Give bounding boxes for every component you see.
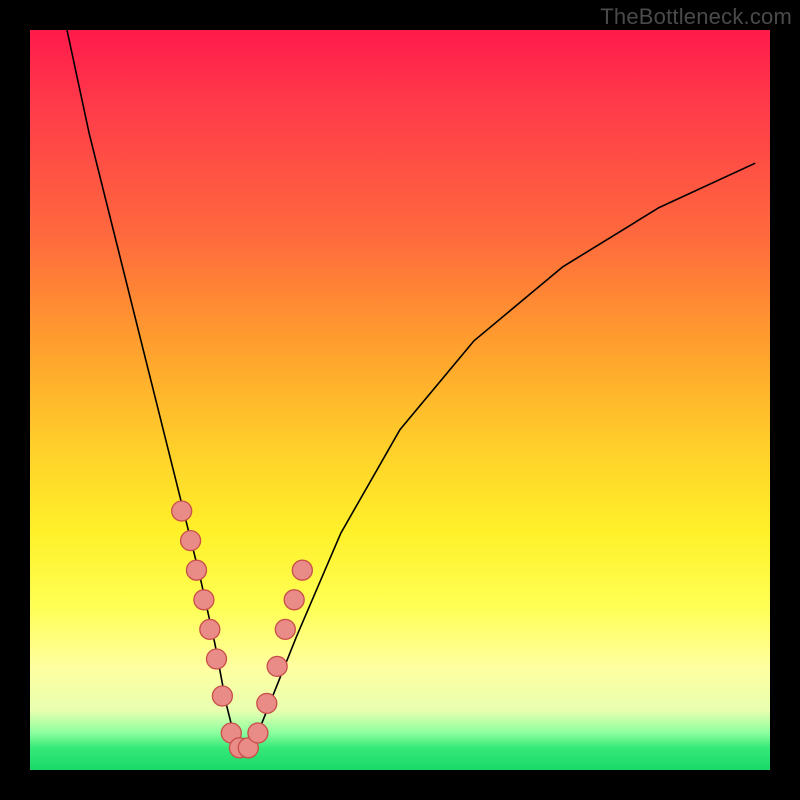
chart-overlay bbox=[30, 30, 770, 770]
watermark-text: TheBottleneck.com bbox=[600, 4, 792, 30]
curve-marker bbox=[292, 560, 312, 580]
curve-marker bbox=[181, 531, 201, 551]
bottleneck-curve bbox=[67, 30, 755, 755]
curve-marker bbox=[248, 723, 268, 743]
curve-marker bbox=[257, 693, 277, 713]
curve-marker bbox=[206, 649, 226, 669]
curve-marker bbox=[275, 619, 295, 639]
curve-markers bbox=[172, 501, 313, 758]
chart-frame: TheBottleneck.com bbox=[0, 0, 800, 800]
curve-marker bbox=[194, 590, 214, 610]
curve-marker bbox=[284, 590, 304, 610]
curve-marker bbox=[212, 686, 232, 706]
curve-marker bbox=[267, 656, 287, 676]
curve-marker bbox=[187, 560, 207, 580]
curve-marker bbox=[200, 619, 220, 639]
plot-area bbox=[30, 30, 770, 770]
curve-marker bbox=[172, 501, 192, 521]
